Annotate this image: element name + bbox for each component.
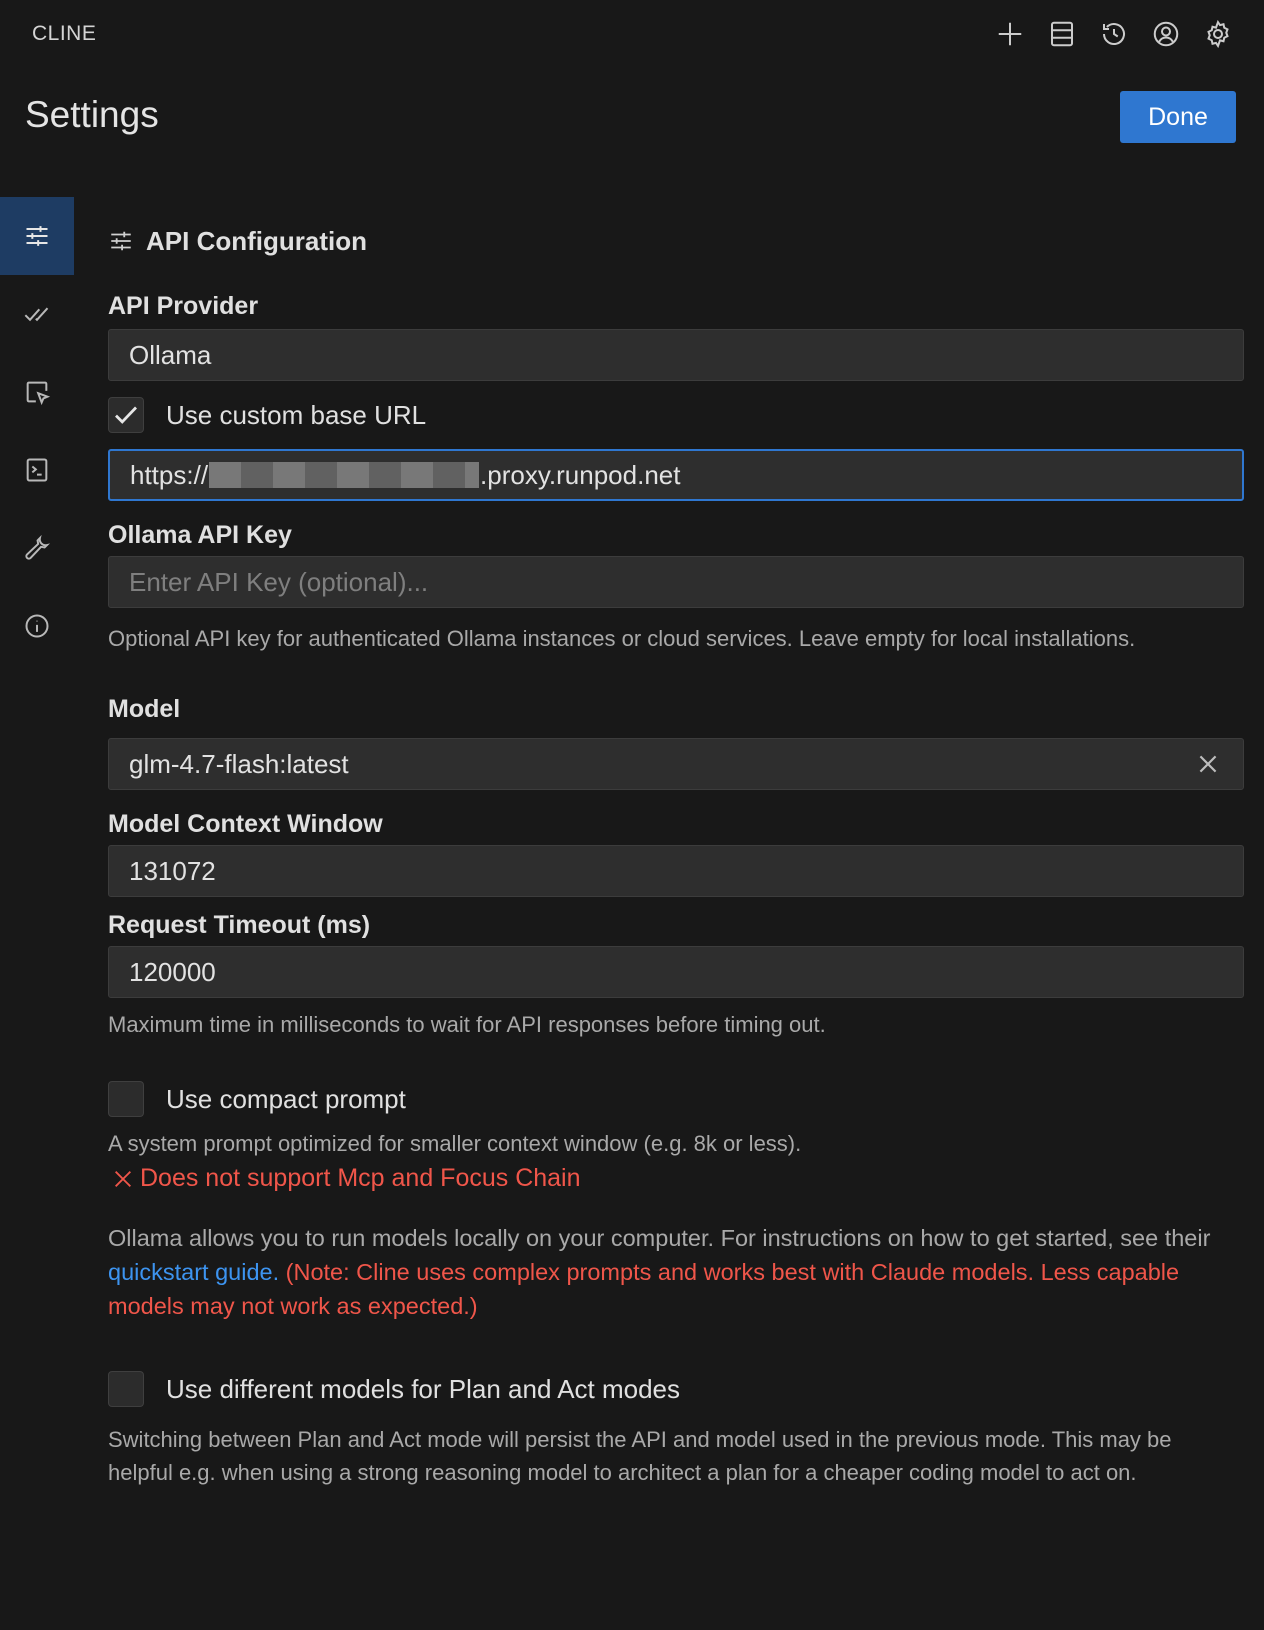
sliders-icon (26, 226, 48, 246)
app-title: CLINE (32, 22, 97, 45)
page-title: Settings (25, 94, 159, 135)
plan-act-help: Switching between Plan and Act mode will… (108, 1427, 1172, 1485)
context-window-input[interactable]: 131072 (108, 845, 1244, 897)
compact-prompt-checkbox[interactable] (108, 1081, 144, 1117)
toolbar-icons (990, 14, 1238, 54)
sidebar-item-debug[interactable] (0, 509, 74, 587)
context-window-value: 131072 (129, 855, 216, 886)
model-input[interactable]: glm-4.7-flash:latest (108, 738, 1244, 790)
compact-prompt-help: A system prompt optimized for smaller co… (108, 1131, 802, 1156)
compact-prompt-label: Use compact prompt (166, 1083, 406, 1114)
wrench-icon (25, 534, 51, 560)
history-icon[interactable] (1094, 14, 1134, 54)
ollama-info: Ollama allows you to run models locally … (108, 1221, 1244, 1323)
api-key-input[interactable]: Enter API Key (optional)... (108, 556, 1244, 608)
base-url-input[interactable]: https:// .proxy.runpod.net (108, 449, 1244, 501)
custom-base-url-checkbox[interactable] (108, 397, 144, 433)
plan-act-toggle[interactable]: Use different models for Plan and Act mo… (108, 1371, 1244, 1407)
timeout-input[interactable]: 120000 (108, 946, 1244, 998)
plus-icon[interactable] (990, 14, 1030, 54)
sidebar-item-terminal[interactable] (0, 431, 74, 509)
error-x-icon (115, 1170, 131, 1187)
model-value: glm-4.7-flash:latest (129, 748, 349, 779)
custom-base-url-label: Use custom base URL (166, 399, 427, 430)
custom-base-url-toggle[interactable]: Use custom base URL (108, 397, 1244, 433)
gear-icon[interactable] (1198, 14, 1238, 54)
timeout-value: 120000 (129, 956, 216, 987)
sliders-icon (111, 231, 131, 251)
compact-prompt-toggle[interactable]: Use compact prompt (108, 1081, 1244, 1117)
timeout-label: Request Timeout (ms) (108, 911, 371, 939)
sidebar-item-browser[interactable] (0, 353, 74, 431)
info-icon (25, 614, 49, 638)
sidebar-item-features[interactable] (0, 275, 74, 353)
settings-view: CLINE Settings Done API Configuration AP… (0, 0, 1264, 1630)
clear-icon[interactable] (1195, 751, 1221, 777)
plan-act-checkbox[interactable] (108, 1371, 144, 1407)
compact-prompt-error-text: Does not support Mcp and Focus Chain (140, 1164, 581, 1192)
section-title: API Configuration (146, 225, 367, 256)
ollama-info-text: Ollama allows you to run models locally … (108, 1225, 1211, 1251)
settings-sidebar (0, 197, 74, 665)
base-url-suffix: .proxy.runpod.net (480, 459, 681, 490)
model-label: Model (108, 695, 181, 723)
base-url-prefix: https:// (130, 459, 209, 490)
context-window-label: Model Context Window (108, 810, 383, 838)
redacted-block (209, 462, 480, 488)
server-icon[interactable] (1042, 14, 1082, 54)
done-button[interactable]: Done (1120, 91, 1236, 143)
api-key-help: Optional API key for authenticated Ollam… (108, 626, 1136, 651)
checkmark-icon (115, 406, 137, 424)
api-provider-label: API Provider (108, 292, 259, 320)
api-provider-select[interactable]: Ollama (108, 329, 1244, 381)
api-key-label: Ollama API Key (108, 521, 292, 549)
api-key-placeholder: Enter API Key (optional)... (129, 566, 429, 597)
account-icon[interactable] (1146, 14, 1186, 54)
top-bar: CLINE (0, 0, 1264, 70)
cursor-box-icon (26, 381, 51, 406)
terminal-icon (26, 458, 48, 482)
section-header: API Configuration (108, 222, 1244, 260)
compact-prompt-error: Does not support Mcp and Focus Chain (108, 1164, 1244, 1193)
sidebar-item-about[interactable] (0, 587, 74, 665)
sidebar-item-api-configuration[interactable] (0, 197, 74, 275)
check-check-icon (24, 307, 49, 322)
api-provider-value: Ollama (129, 339, 212, 370)
timeout-help: Maximum time in milliseconds to wait for… (108, 1012, 826, 1037)
settings-content: API Configuration API Provider Ollama Us… (108, 222, 1244, 1489)
plan-act-label: Use different models for Plan and Act mo… (166, 1373, 681, 1404)
quickstart-guide-link[interactable]: quickstart guide. (108, 1259, 279, 1285)
